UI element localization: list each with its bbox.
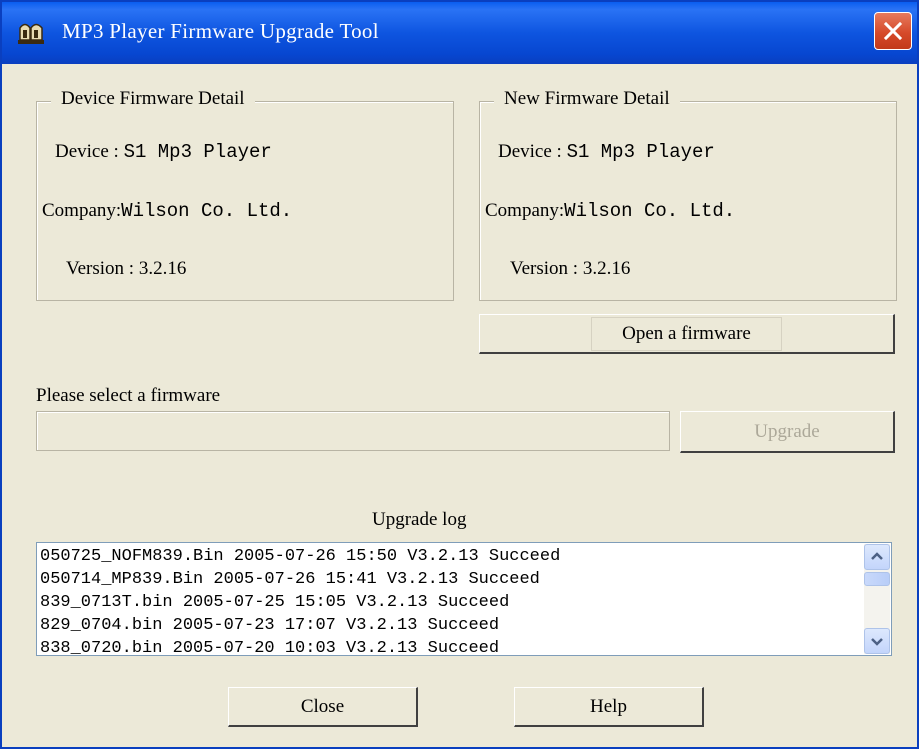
title-bar[interactable]: MP3 Player Firmware Upgrade Tool [2, 2, 917, 64]
firmware-path-field[interactable] [36, 411, 670, 451]
new-version-value: 3.2.16 [582, 258, 631, 279]
new-company-label: Company:Wilson Co. Ltd. [485, 200, 736, 222]
scroll-down-button[interactable] [864, 628, 890, 654]
upgrade-log-list[interactable]: 050725_NOFM839.Bin 2005-07-26 15:50 V3.2… [36, 542, 892, 656]
new-company-value: Wilson Co. Ltd. [564, 200, 736, 222]
chevron-up-icon [871, 552, 883, 560]
scroll-thumb[interactable] [864, 572, 890, 586]
device-firmware-group-title: Device Firmware Detail [51, 88, 255, 110]
chevron-down-icon [871, 638, 883, 646]
window-title: MP3 Player Firmware Upgrade Tool [62, 19, 379, 43]
scroll-up-button[interactable] [864, 544, 890, 570]
version-label: Version : 3.2.16 [66, 258, 187, 279]
close-button[interactable]: Close [228, 687, 418, 727]
new-version-label: Version : 3.2.16 [510, 258, 631, 279]
device-value: S1 Mp3 Player [123, 141, 272, 163]
new-device-label: Device : S1 Mp3 Player [498, 141, 715, 163]
open-firmware-label: Open a firmware [591, 316, 782, 351]
company-label: Company:Wilson Co. Ltd. [42, 200, 293, 222]
upgrade-log-label: Upgrade log [372, 509, 467, 530]
device-label: Device : S1 Mp3 Player [55, 141, 272, 163]
upgrade-button[interactable]: Upgrade [680, 411, 895, 453]
close-icon [883, 21, 903, 41]
help-button-label: Help [590, 695, 627, 717]
log-scrollbar[interactable] [864, 544, 890, 654]
company-value: Wilson Co. Ltd. [121, 200, 293, 222]
version-value: 3.2.16 [138, 258, 187, 279]
window-close-button[interactable] [874, 12, 912, 50]
select-firmware-label: Please select a firmware [36, 385, 221, 406]
log-entry: 838_0720.bin 2005-07-20 10:03 V3.2.13 Su… [40, 639, 500, 656]
log-entry: 829_0704.bin 2005-07-23 17:07 V3.2.13 Su… [40, 616, 500, 635]
log-entry: 050714_MP839.Bin 2005-07-26 15:41 V3.2.1… [40, 570, 540, 589]
help-button[interactable]: Help [514, 687, 704, 727]
upgrade-label: Upgrade [754, 420, 820, 442]
main-window: MP3 Player Firmware Upgrade Tool Device … [0, 0, 919, 749]
new-device-value: S1 Mp3 Player [566, 141, 715, 163]
new-firmware-group-title: New Firmware Detail [494, 88, 680, 110]
log-entry: 050725_NOFM839.Bin 2005-07-26 15:50 V3.2… [40, 547, 561, 566]
close-button-label: Close [300, 695, 345, 717]
app-icon [16, 20, 46, 46]
open-firmware-button[interactable]: Open a firmware [479, 314, 895, 354]
log-lines: 050725_NOFM839.Bin 2005-07-26 15:50 V3.2… [40, 545, 861, 656]
log-entry: 839_0713T.bin 2005-07-25 15:05 V3.2.13 S… [40, 593, 510, 612]
